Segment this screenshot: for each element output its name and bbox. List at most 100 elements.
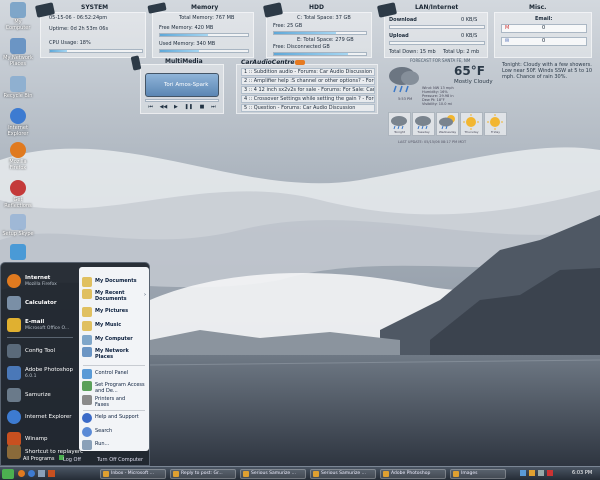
desktop-icon-skype[interactable]: Setup Skype [2, 214, 34, 237]
desktop-icon-reflections[interactable]: Get Reflections [2, 180, 34, 209]
rain-icon [391, 116, 407, 130]
total-down: Total Down: 15 mb [389, 49, 436, 55]
start-item-subtitle: Mozilla Firefox [25, 282, 57, 287]
tray-network-icon[interactable] [520, 470, 526, 476]
gmail-count: 0 [542, 25, 546, 31]
start-item-title: Internet [25, 275, 51, 281]
pictures-folder-icon [82, 307, 92, 317]
forecast-day: Tonight [388, 112, 411, 136]
rain-icon [415, 116, 431, 130]
start-item-photoshop[interactable]: Adobe Photoshop 6.0.1 [3, 363, 77, 383]
config-tool-icon [7, 344, 21, 358]
start-place-label: My Music [95, 322, 122, 328]
cpu-usage-bar [49, 49, 143, 53]
rss-item[interactable]: 1 :: Subdition audio - Forums: Car Audio… [241, 68, 375, 76]
start-item-config-tool[interactable]: Config Tool [3, 341, 77, 361]
mail-icon: ✉ [505, 38, 510, 44]
skype-icon [10, 214, 26, 230]
hdd-e-free-bar [273, 52, 367, 56]
forecast-day-name: Friday [490, 130, 501, 134]
rss-panel: CarAudioCentre 1 :: Subdition audio - Fo… [236, 59, 378, 114]
taskbar-button[interactable]: Reply to post: Gr... [170, 469, 236, 479]
start-place-network-places[interactable]: My Network Places [82, 347, 146, 361]
firefox-icon [7, 274, 21, 288]
start-item-title: Calculator [25, 300, 57, 306]
show-desktop-icon[interactable] [38, 470, 45, 477]
tray-app-icon[interactable] [529, 470, 535, 476]
desktop-icon-network[interactable]: My Network Places [2, 38, 34, 67]
turn-off-button[interactable]: Turn Off Computer [97, 457, 143, 463]
multimedia-title: MultiMedia [165, 58, 203, 65]
start-item-subtitle: Microsoft Office O... [25, 326, 70, 331]
network-icon [10, 38, 26, 54]
samurize-icon [7, 388, 21, 402]
taskbar-button[interactable]: Inbox - Microsoft ... [100, 469, 166, 479]
log-off-button[interactable]: Log Off [63, 457, 81, 463]
start-item-email[interactable]: E-mail Microsoft Office O... [3, 315, 77, 335]
start-item-samurize[interactable]: Samurize [3, 385, 77, 405]
desktop-icon-my-computer[interactable]: My Computer [2, 2, 34, 31]
start-button[interactable] [2, 469, 14, 479]
desktop-icon-recycle-bin[interactable]: Recycle Bin [2, 76, 34, 99]
memory-panel: Memory Total Memory: 767 MB Free Memory:… [152, 4, 254, 58]
start-place-label: My Network Places [95, 348, 129, 360]
taskbar-button[interactable]: Images [450, 469, 506, 479]
firefox-icon[interactable] [18, 470, 25, 477]
all-programs-button[interactable]: All Programs [23, 455, 65, 462]
system-tray [520, 470, 553, 476]
taskbar-clock[interactable]: 6:03 PM [572, 470, 592, 476]
stop-icon[interactable]: ■ [200, 104, 205, 112]
play-icon[interactable]: ▶ [174, 104, 178, 112]
track-progress[interactable] [145, 99, 219, 102]
upload-bar [389, 41, 485, 45]
system-uptime: Uptime: 0d 2h 53m 06s [49, 26, 109, 32]
taskbar: Inbox - Microsoft ... Reply to post: Gr.… [0, 466, 600, 480]
memory-free-label: Free Memory: 420 MB [159, 25, 214, 31]
taskbar-button[interactable]: Adobe Photoshop [380, 469, 446, 479]
recycle-bin-icon [10, 76, 26, 92]
hdd-panel-title: HDD [309, 4, 324, 11]
photoshop-icon [7, 366, 21, 380]
rewind-icon[interactable]: ◀◀ [160, 104, 168, 112]
mail-row[interactable]: ✉ 0 [501, 37, 587, 46]
taskbar-button[interactable]: Serious Samurize ... [310, 469, 376, 479]
taskbar-button[interactable]: Serious Samurize ... [240, 469, 306, 479]
memory-used-bar [159, 49, 249, 53]
reflections-icon [10, 180, 26, 196]
rss-item[interactable]: 3 :: 4 12 inch sx2v2s for sale - Forums:… [241, 86, 375, 94]
download-value: 0 KB/S [461, 17, 478, 23]
outlook-icon [7, 318, 21, 332]
email-label: Email: [535, 16, 553, 22]
rss-item[interactable]: 2 :: Amplifier help :S channel or other … [241, 77, 375, 85]
start-place-program-access[interactable]: Set Program Access and De... [82, 381, 146, 395]
tray-alert-icon[interactable] [547, 470, 553, 476]
start-item-calculator[interactable]: Calculator [3, 293, 77, 313]
start-item-internet[interactable]: Internet Mozilla Firefox [3, 271, 77, 291]
start-menu-places: My Documents My Recent Documents › My Pi… [79, 267, 149, 451]
desktop-icon-firefox[interactable]: Mozilla Firefox [2, 142, 34, 171]
tray-volume-icon[interactable] [538, 470, 544, 476]
prev-icon[interactable]: ⏮ [148, 104, 153, 112]
rss-feed-icon [295, 60, 305, 65]
program-access-icon [82, 381, 92, 391]
desktop-icon-shortcut[interactable] [2, 244, 34, 261]
chevron-right-icon: › [144, 292, 146, 298]
forecast-day: Friday [484, 112, 507, 136]
start-item-ie[interactable]: Internet Explorer [3, 407, 77, 427]
next-icon[interactable]: ⏭ [211, 104, 216, 112]
current-condition: Mostly Cloudy [454, 79, 493, 85]
winamp-icon[interactable] [48, 470, 55, 477]
memory-panel-title: Memory [191, 4, 219, 11]
rss-title: CarAudioCentre [241, 59, 295, 66]
gmail-row[interactable]: M 0 [501, 24, 587, 33]
rss-item[interactable]: 5 :: Question - Forums: Car Audio Discus… [241, 104, 375, 112]
internet-explorer-icon[interactable] [28, 470, 35, 477]
start-place-printers[interactable]: Printers and Faxes [82, 395, 146, 409]
pause-icon[interactable]: ❚❚ [185, 104, 193, 112]
total-up: Total Up: 2 mb [443, 49, 480, 55]
desktop-icon-ie[interactable]: Internet Explorer [2, 108, 34, 137]
start-place-recent-documents[interactable]: My Recent Documents › [82, 289, 146, 303]
cloudy-rain-icon [389, 67, 419, 93]
rss-item[interactable]: 4 :: Crossover Settings while setting th… [241, 95, 375, 103]
calculator-icon [7, 296, 21, 310]
